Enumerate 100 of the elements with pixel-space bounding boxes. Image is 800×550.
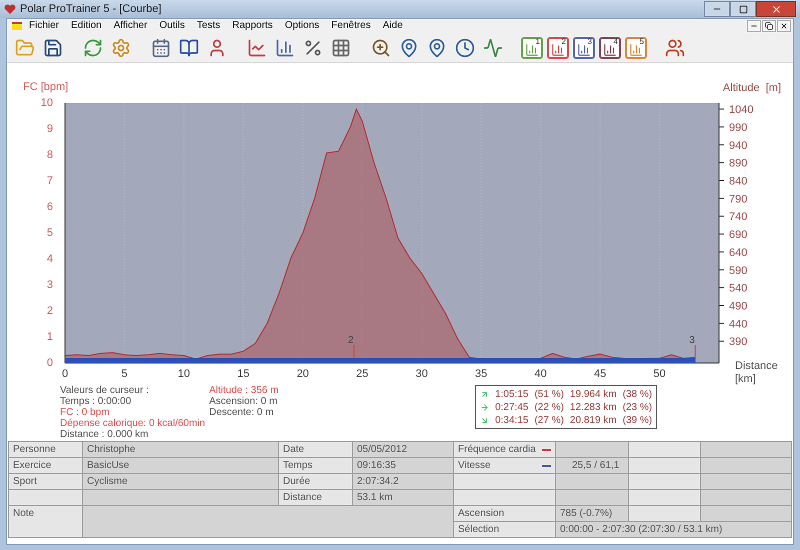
- document-icon: [11, 21, 23, 31]
- bar-chart-icon: [629, 42, 643, 56]
- x-tick-label: 40: [534, 368, 547, 380]
- slope-distance-percent: (23 %): [622, 400, 652, 414]
- table-cell: Durée: [279, 474, 353, 490]
- child-minimize-button[interactable]: [747, 20, 761, 32]
- bar-chart-icon: [603, 42, 617, 56]
- table-cell: 2:07:34.2: [353, 474, 454, 490]
- y-tick-label: 540: [729, 282, 748, 295]
- maximize-icon: [738, 4, 748, 14]
- y-tick-label: 740: [729, 211, 748, 224]
- bar-chart-icon: [275, 38, 295, 58]
- people-icon: [665, 38, 685, 58]
- bar-chart-icon: [551, 42, 565, 56]
- y-tick-label: 390: [729, 336, 748, 348]
- close-icon: [780, 22, 788, 30]
- bar-chart-icon: [525, 42, 539, 56]
- slope-time: 0:27:45: [495, 400, 528, 414]
- x-tick-label: 25: [356, 368, 368, 380]
- x-tick-label: 50: [653, 368, 666, 380]
- table-cell: Distance: [279, 490, 353, 506]
- pin-icon: [427, 38, 447, 58]
- annotation: 3: [689, 335, 696, 346]
- view-number: 2: [562, 36, 566, 46]
- fc-tick-label: 3: [46, 279, 53, 291]
- y-tick-label: 440: [729, 318, 748, 330]
- table-cell: 05/05/2012: [353, 442, 454, 458]
- table-cell: 25,5 / 61,1: [556, 458, 629, 474]
- settings-icon: [111, 38, 131, 58]
- table-cell: Sélection: [454, 522, 556, 538]
- chart-view-button[interactable]: 2: [547, 36, 569, 58]
- clock-icon: [455, 38, 475, 58]
- menu-item[interactable]: Rapports: [226, 19, 279, 33]
- menu-item[interactable]: Fenêtres: [325, 19, 377, 33]
- line-chart-icon: [247, 38, 267, 58]
- menu-item[interactable]: Options: [278, 19, 326, 33]
- x-tick-label: 0: [62, 368, 68, 380]
- y-tick-label: 940: [729, 140, 748, 152]
- arrow-up-right-icon: [480, 390, 490, 398]
- slope-distance: 20.819 km: [570, 414, 617, 426]
- fc-tick-label: 2: [46, 305, 53, 317]
- fc-tick-label: 4: [46, 253, 53, 265]
- zoom-icon: [371, 38, 391, 58]
- chart-view-button[interactable]: 1: [521, 36, 543, 58]
- table-cell: BasicUse: [83, 458, 279, 474]
- menu-item[interactable]: Fichier: [23, 19, 66, 33]
- percent-icon: [303, 38, 323, 58]
- cursor-value: Temps : 0:00:00: [60, 396, 132, 407]
- view-number: 5: [640, 36, 644, 46]
- table-cell: 785 (-0.7%): [556, 506, 629, 522]
- table-cell: [629, 490, 701, 506]
- view-number: 1: [536, 36, 540, 46]
- table-cell: Exercice: [9, 458, 83, 474]
- sync-icon: [83, 38, 103, 58]
- close-icon: [770, 4, 782, 14]
- x-tick-label: 30: [416, 368, 428, 380]
- close-button[interactable]: [756, 1, 796, 17]
- chart-view-button[interactable]: 4: [599, 36, 621, 58]
- y-tick-label: 690: [729, 229, 748, 242]
- fc-axis-label: FC [bpm]: [23, 81, 68, 93]
- child-restore-button[interactable]: [762, 20, 776, 32]
- slope-time: 0:34:15: [495, 414, 528, 426]
- fc-tick-label: 1: [46, 331, 53, 343]
- x-tick-label: 5: [121, 368, 128, 380]
- x-tick-label: 10: [178, 368, 190, 380]
- y-tick-label: 590: [729, 264, 748, 277]
- fc-tick-label: 8: [46, 149, 53, 161]
- y-tick-label: 790: [729, 193, 748, 206]
- cursor-value: FC : 0 bpm: [60, 407, 110, 418]
- table-cell: Cyclisme: [83, 474, 279, 490]
- y-tick-label: 490: [729, 300, 748, 312]
- chart-view-button[interactable]: 3: [573, 36, 595, 58]
- menu-item[interactable]: Tests: [190, 19, 226, 33]
- table-cell: 0:00:00 - 2:07:30 (2:07:30 / 53.1 km): [556, 522, 792, 538]
- chart-view-button[interactable]: 5: [625, 36, 647, 58]
- series-label: Fréquence cardia: [458, 443, 536, 457]
- child-close-button[interactable]: [777, 20, 791, 32]
- menu-item[interactable]: Aide: [376, 19, 409, 33]
- menu-item[interactable]: Outils: [153, 19, 191, 33]
- y-tick-label: 840: [729, 176, 748, 188]
- slope-distance-percent: (39 %): [622, 414, 652, 426]
- table-cell: Note: [9, 506, 83, 538]
- slope-distance: 12.283 km: [570, 400, 617, 414]
- cursor-value: Descente: 0 m: [209, 407, 274, 418]
- save-icon: [43, 38, 63, 58]
- fc-tick-label: 6: [46, 201, 53, 213]
- table-cell: [629, 506, 701, 522]
- menu-item[interactable]: Edition: [65, 19, 108, 33]
- table-cell: Date: [279, 442, 353, 458]
- fc-tick-label: 0: [46, 357, 53, 369]
- table-cell: [629, 474, 701, 490]
- bar-chart-icon: [577, 42, 591, 56]
- y-tick-label: 640: [729, 246, 748, 259]
- slope-time: 1:05:15: [495, 388, 528, 400]
- cursor-value: Valeurs de curseur :: [60, 385, 150, 396]
- menu-item[interactable]: Afficher: [108, 19, 154, 33]
- fc-tick-label: 7: [46, 175, 53, 187]
- table-cell: Sport: [9, 474, 83, 490]
- fc-tick-label: 5: [46, 227, 53, 239]
- maximize-button[interactable]: [730, 1, 756, 17]
